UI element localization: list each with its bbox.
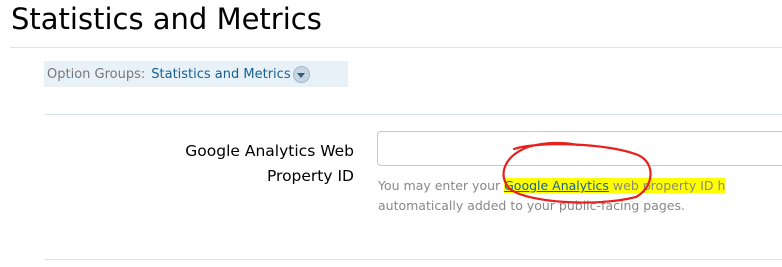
google-analytics-field-label: Google Analytics Web Property ID (185, 142, 354, 185)
field-explain: You may enter your Google Analytics web … (378, 176, 782, 216)
section-divider-top (45, 114, 782, 115)
page-title: Statistics and Metrics (11, 2, 322, 36)
google-analytics-property-id-input[interactable] (377, 131, 782, 166)
explain-text-line2: automatically added to your public-facin… (378, 198, 685, 213)
option-groups-label: Option Groups: (47, 66, 146, 82)
google-analytics-link[interactable]: Google Analytics (504, 178, 609, 193)
explain-text-before: You may enter your (378, 178, 505, 193)
explain-text-after: web property ID h (608, 178, 726, 193)
option-groups-bar: Option Groups: Statistics and Metrics (44, 61, 348, 87)
section-divider-bottom (45, 259, 782, 260)
title-divider (10, 47, 782, 48)
chevron-down-circle-icon[interactable] (292, 65, 310, 83)
option-group-current-link[interactable]: Statistics and Metrics (151, 67, 290, 82)
